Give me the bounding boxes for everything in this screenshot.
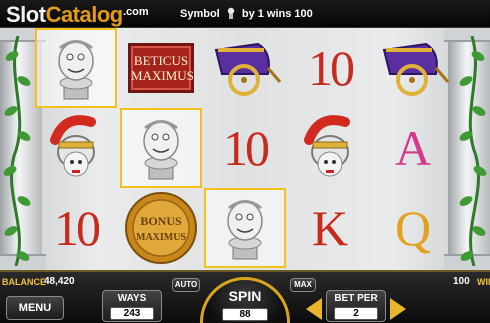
- control-bar: BALANCE 48,420 MENU WAYS 243 AUTO SPIN 8…: [0, 270, 490, 323]
- bet-per-panel: BET PER 2: [326, 290, 386, 322]
- top-bar: SlotCatalog .com Symbol by 1 wins 100: [0, 0, 490, 28]
- bet-per-value: 2: [334, 307, 378, 320]
- bonus-text-1: BONUS: [140, 214, 182, 228]
- centurion-helmet-icon: [304, 115, 350, 177]
- brand-suffix: .com: [123, 6, 149, 18]
- right-vine-icon: [459, 36, 487, 266]
- symbol-a: A: [372, 108, 454, 188]
- bonus-text-2: MAXIMUS: [136, 232, 186, 243]
- brand-logo: SlotCatalog: [6, 2, 123, 28]
- symbol-ten: 10: [35, 188, 117, 268]
- reel-5: A Q: [372, 28, 454, 270]
- balance-label: BALANCE: [2, 277, 46, 287]
- ways-value: 243: [110, 307, 154, 320]
- symbol-ten-text: 10: [223, 120, 270, 176]
- symbol-centurion: [35, 108, 117, 188]
- ways-label: WAYS: [117, 293, 147, 304]
- centurion-helmet-icon: [50, 115, 96, 177]
- bet-increase-arrow-icon[interactable]: [390, 298, 406, 320]
- bonus-coin-icon: BONUS MAXIMUS: [125, 192, 197, 264]
- symbol-bust: [35, 28, 117, 108]
- symbol-q-text: Q: [394, 200, 432, 256]
- max-button[interactable]: MAX: [290, 278, 316, 292]
- symbol-chariot: [372, 28, 454, 108]
- symbol-ten-text: 10: [308, 40, 355, 96]
- reel-area: 10 BETICUS MAXIMUS BONUS MAXIMUS 10 10 K…: [0, 28, 490, 270]
- symbol-k-text: K: [311, 200, 349, 256]
- bust-icon: [226, 7, 236, 19]
- win-message: Symbol by 1 wins 100: [180, 7, 313, 20]
- reel-4: 10 K: [289, 28, 371, 270]
- symbol-beticus-sign: BETICUS MAXIMUS: [120, 28, 202, 108]
- symbol-bust: [120, 108, 202, 188]
- win-message-prefix: Symbol: [180, 8, 220, 20]
- bust-icon: [58, 40, 94, 100]
- spin-value: 88: [222, 308, 268, 321]
- chariot-icon: [214, 42, 282, 96]
- sign-line-1: BETICUS: [133, 53, 189, 68]
- brand-name-part2: Catalog: [45, 2, 124, 27]
- menu-button[interactable]: MENU: [6, 296, 64, 320]
- slot-game: SlotCatalog .com Symbol by 1 wins 100 10…: [0, 0, 490, 323]
- reel-2: BETICUS MAXIMUS BONUS MAXIMUS: [120, 28, 202, 270]
- ways-panel: WAYS 243: [102, 290, 162, 322]
- symbol-ten-text: 10: [54, 200, 101, 256]
- sign-line-2: MAXIMUS: [131, 68, 194, 83]
- win-value: 100: [453, 276, 470, 287]
- auto-button[interactable]: AUTO: [172, 278, 200, 292]
- symbol-chariot: [204, 28, 286, 108]
- win-label: WIN: [477, 277, 490, 287]
- symbol-ten: 10: [289, 28, 371, 108]
- balance-value: 48,420: [44, 276, 75, 287]
- spin-label: SPIN: [228, 288, 262, 304]
- bet-decrease-arrow-icon[interactable]: [306, 298, 322, 320]
- symbol-bonus: BONUS MAXIMUS: [120, 188, 202, 268]
- symbol-centurion: [289, 108, 371, 188]
- symbol-bust: [204, 188, 286, 268]
- symbol-k: K: [289, 188, 371, 268]
- bust-icon: [143, 120, 179, 180]
- symbol-a-text: A: [394, 120, 432, 176]
- symbol-ten: 10: [204, 108, 286, 188]
- symbol-q: Q: [372, 188, 454, 268]
- left-vine-icon: [3, 36, 31, 266]
- reel-1: 10: [35, 28, 117, 270]
- reel-3: 10: [204, 28, 286, 270]
- bet-per-label: BET PER: [334, 293, 378, 304]
- beticus-sign: BETICUS MAXIMUS: [128, 43, 194, 93]
- win-message-suffix: by 1 wins 100: [241, 8, 313, 20]
- spin-button[interactable]: SPIN 88: [200, 277, 290, 323]
- chariot-icon: [382, 42, 450, 96]
- bust-icon: [227, 200, 263, 260]
- brand-name-part1: Slot: [6, 2, 46, 27]
